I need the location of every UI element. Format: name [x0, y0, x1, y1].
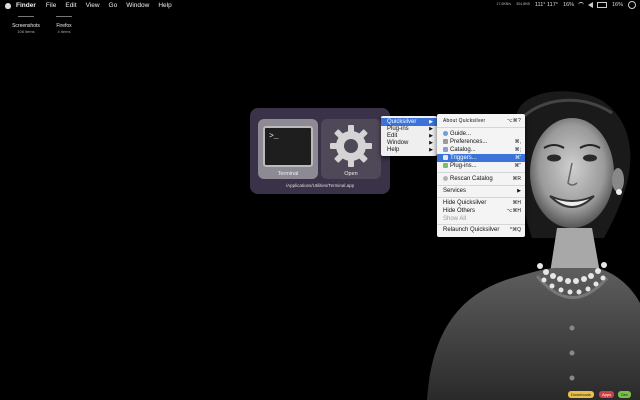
plugin-icon: [443, 163, 448, 168]
menu-item-services[interactable]: Services ▶: [437, 187, 525, 195]
menu-item-label: Hide Quicksilver: [443, 200, 487, 206]
trigger-icon: [443, 155, 448, 160]
temperature-readout[interactable]: 111° 117°: [535, 2, 558, 8]
battery-icon[interactable]: [596, 2, 607, 8]
menu-separator: [437, 172, 525, 173]
shortcut-label: ⌘,: [514, 139, 521, 145]
shortcut-label: ⌘': [515, 155, 521, 161]
menu-item-label: Triggers...: [450, 155, 477, 161]
menu-item-label: About Quicksilver: [443, 118, 486, 124]
battery-readout[interactable]: 16%: [612, 2, 623, 8]
menu-item-label: Relaunch Quicksilver: [443, 227, 500, 233]
downloads-stack[interactable]: Downloads: [568, 391, 594, 398]
folder-icon: [18, 16, 34, 19]
cpu-readout[interactable]: 16%: [563, 2, 574, 8]
shortcut-label: ⌘;: [514, 147, 521, 153]
refresh-icon: [443, 176, 448, 181]
quicksilver-submenu: About Quicksilver ⌥⌘? Guide... Preference…: [437, 114, 525, 237]
terminal-app-icon: >_: [263, 126, 313, 167]
switch-icon: [443, 139, 448, 144]
menu-item-triggers[interactable]: Triggers... ⌘': [437, 154, 525, 162]
object-path-label: /Applications/Utilities/Terminal.app: [285, 183, 355, 188]
menu-view[interactable]: View: [86, 2, 100, 9]
desktop-item-count: 106 items: [17, 29, 35, 34]
menu-item-label: Plug-ins...: [450, 163, 477, 169]
menu-item-label: Show All: [443, 216, 467, 222]
action-label: Open: [344, 171, 358, 177]
menu-edit[interactable]: Edit: [65, 2, 76, 9]
catalog-icon: [443, 147, 448, 152]
menu-separator: [437, 185, 525, 186]
quicksilver-menu: Quicksilver ▶ Plug-ins ▶ Edit ▶ Window ▶ Hel…: [381, 116, 437, 156]
menu-item-guide[interactable]: Guide...: [437, 130, 525, 138]
menu-item-preferences[interactable]: Preferences... ⌘,: [437, 138, 525, 146]
shortcut-label: ⌥⌘H: [506, 208, 521, 214]
shortcut-label: ⌘R: [512, 176, 521, 182]
menu-item-relaunch[interactable]: Relaunch Quicksilver ^⌘Q: [437, 226, 525, 234]
menu-item-plugins[interactable]: Plug-ins... ⌘": [437, 162, 525, 170]
menu-item-about[interactable]: About Quicksilver ⌥⌘?: [437, 117, 525, 125]
menu-bar: Finder File Edit View Go Window Help 17.…: [0, 0, 640, 10]
submenu-arrow-icon: ▶: [429, 147, 433, 153]
shortcut-label: ⌘H: [512, 200, 521, 206]
menu-item-label: Rescan Catalog: [450, 176, 493, 182]
sync-icon[interactable]: [628, 1, 636, 9]
menu-item-label: Hide Others: [443, 208, 476, 214]
volume-icon[interactable]: [587, 2, 593, 8]
menu-item-show-all: Show All: [437, 215, 525, 223]
shortcut-label: ^⌘Q: [509, 227, 521, 233]
menu-item-rescan[interactable]: Rescan Catalog ⌘R: [437, 175, 525, 183]
menu-item-label: Preferences...: [450, 139, 488, 145]
menu-go[interactable]: Go: [109, 2, 118, 9]
shortcut-label: ⌘": [514, 163, 521, 169]
terminal-prompt: >_: [269, 132, 279, 141]
selected-object-label: Terminal: [277, 171, 299, 177]
menu-item-label: Guide...: [450, 131, 472, 137]
desktop-item-screenshots[interactable]: Screenshots 106 items: [8, 16, 44, 34]
folder-icon: [56, 16, 72, 19]
shortcut-label: ⌥⌘?: [506, 118, 521, 124]
gear-icon: [330, 125, 372, 167]
status-tray: 17.6KB/s 304.8KB 111° 117° 16% 16%: [492, 0, 636, 10]
dev-stack[interactable]: Dev: [618, 391, 632, 398]
menu-item-label: Help: [387, 147, 400, 153]
network-stats-1[interactable]: 17.6KB/s: [497, 2, 512, 7]
menu-item-hide[interactable]: Hide Quicksilver ⌘H: [437, 199, 525, 207]
menu-separator: [437, 197, 525, 198]
menu-window[interactable]: Window: [126, 2, 149, 9]
submenu-arrow-icon: ▶: [517, 188, 521, 194]
menu-help[interactable]: Help: [158, 2, 171, 9]
menu-app-name[interactable]: Finder: [16, 2, 36, 9]
desktop-item-count: 4 items: [57, 29, 71, 34]
menu-item-help[interactable]: Help ▶: [381, 146, 437, 154]
wifi-icon[interactable]: [577, 2, 584, 8]
menu-item-label: Services: [443, 188, 467, 194]
help-icon: [443, 131, 448, 136]
menu-separator: [437, 127, 525, 128]
menu-item-catalog[interactable]: Catalog... ⌘;: [437, 146, 525, 154]
desktop-item-firefox[interactable]: Firefox 4 items: [49, 16, 79, 34]
apps-stack[interactable]: Apps: [599, 391, 615, 398]
menu-separator: [437, 224, 525, 225]
network-stats-2[interactable]: 304.8KB: [516, 2, 530, 7]
menu-file[interactable]: File: [46, 2, 56, 9]
menu-item-hide-others[interactable]: Hide Others ⌥⌘H: [437, 207, 525, 215]
apple-icon[interactable]: [5, 2, 11, 9]
menu-item-label: Catalog...: [450, 147, 476, 153]
